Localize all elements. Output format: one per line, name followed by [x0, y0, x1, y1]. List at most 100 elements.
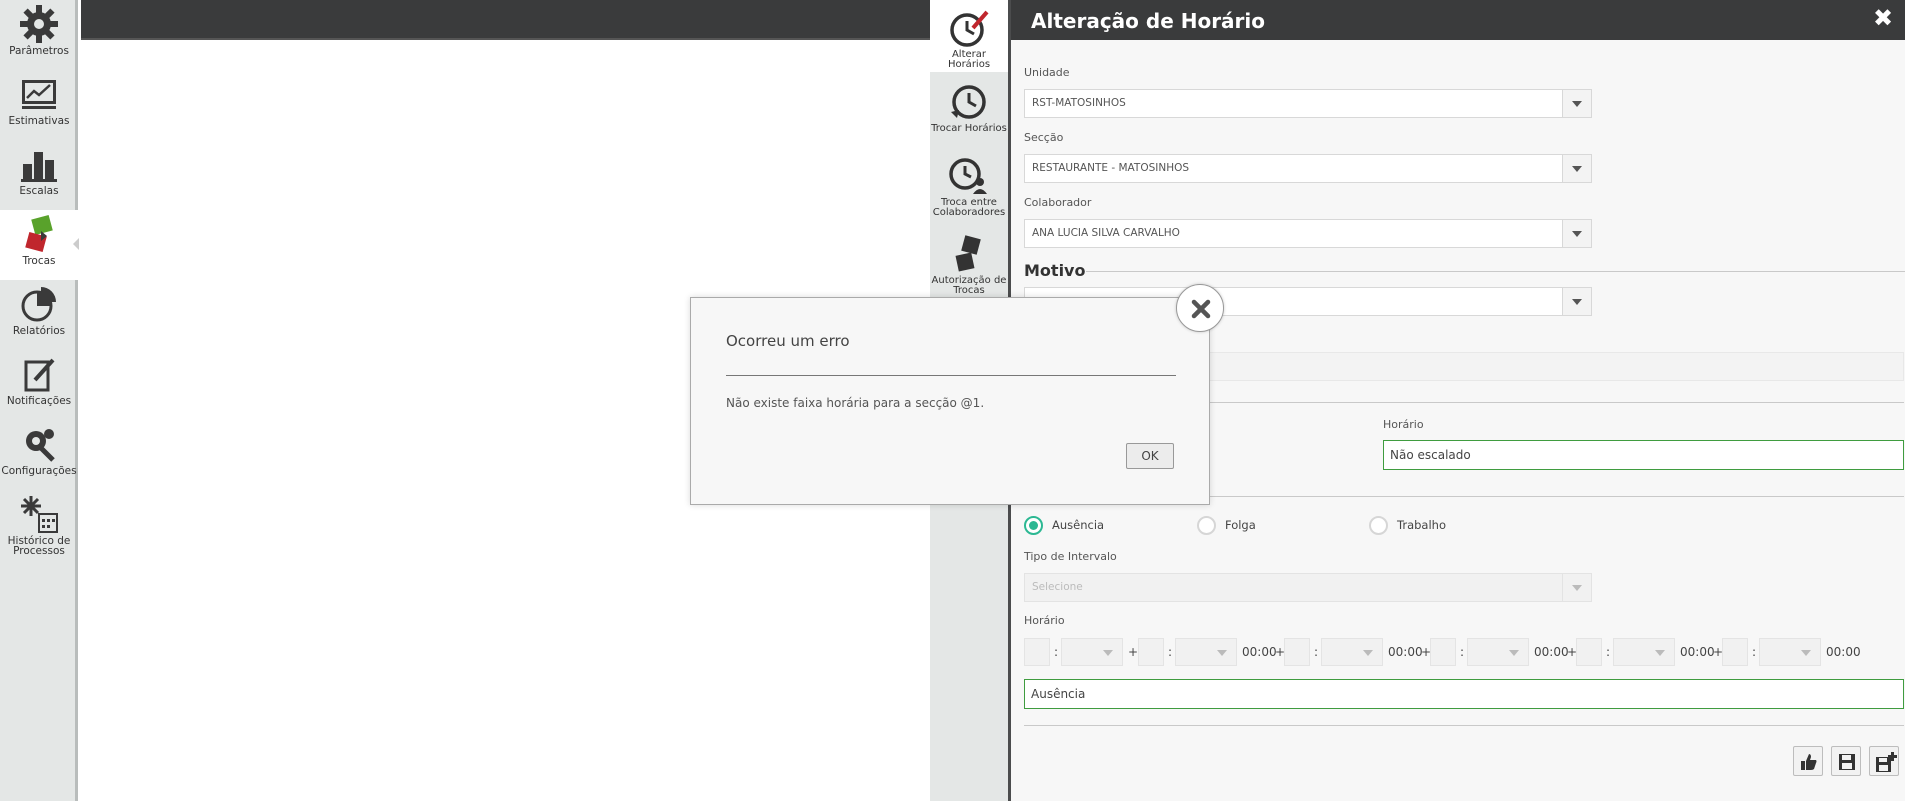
divider: [1086, 271, 1905, 272]
divider: [1024, 725, 1904, 726]
save-button[interactable]: [1831, 746, 1861, 776]
tab-troca-entre-colaboradores[interactable]: Troca entre Colaboradores: [930, 148, 1008, 228]
clock-edit-icon: [950, 10, 989, 47]
colaborador-value: ANA LUCIA SILVA CARVALHO: [1032, 227, 1180, 239]
ok-button[interactable]: OK: [1126, 443, 1174, 469]
radio-trabalho-label: Trabalho: [1397, 518, 1446, 532]
horario2-label: Horário: [1024, 614, 1065, 627]
sidebar-item-label: Relatórios: [12, 325, 66, 337]
error-dialog-title: Ocorreu um erro: [726, 332, 850, 350]
clock-users-icon: [949, 158, 987, 194]
hour-input[interactable]: [1138, 638, 1164, 666]
chevron-down-icon[interactable]: [1562, 155, 1591, 182]
swap-cards-icon: [25, 214, 53, 253]
panel-title: Alteração de Horário: [1031, 9, 1266, 33]
tipo-intervalo-placeholder: Selecione: [1032, 581, 1083, 593]
radio-folga-label: Folga: [1225, 518, 1256, 532]
error-dialog: Ocorreu um erro Não existe faixa horária…: [690, 297, 1210, 505]
close-icon: [1191, 299, 1211, 319]
hour-input[interactable]: [1024, 638, 1050, 666]
tab-label: Trocar Horários: [931, 123, 1007, 134]
sidebar-item-label-line2: Processos: [13, 545, 65, 557]
minute-select[interactable]: [1321, 638, 1383, 666]
time-colon: :: [1752, 645, 1757, 659]
chevron-down-icon[interactable]: [1562, 574, 1591, 601]
seccao-label: Secção: [1024, 131, 1064, 144]
panel-header: Alteração de Horário ✖: [1011, 0, 1905, 40]
time-total: 00:00: [1680, 645, 1715, 659]
tab-alterar-horarios[interactable]: Alterar Horários: [930, 0, 1008, 72]
minute-select[interactable]: [1759, 638, 1821, 666]
time-colon: :: [1314, 645, 1319, 659]
tab-label-line2: Colaboradores: [932, 207, 1006, 218]
seccao-select[interactable]: RESTAURANTE - MATOSINHOS: [1024, 154, 1592, 183]
save-and-new-button[interactable]: [1869, 746, 1899, 776]
minute-select[interactable]: [1613, 638, 1675, 666]
hour-input[interactable]: [1722, 638, 1748, 666]
sidebar-item-label: Estimativas: [8, 115, 70, 127]
time-colon: :: [1460, 645, 1465, 659]
bar-chart-icon: [21, 152, 57, 182]
unidade-label: Unidade: [1024, 66, 1070, 79]
top-bar: [81, 0, 931, 40]
sidebar-item-escalas[interactable]: Escalas: [0, 140, 78, 210]
time-plus: +: [1128, 645, 1139, 659]
gear-icon: [20, 5, 58, 43]
time-colon: :: [1606, 645, 1611, 659]
ausencia-field[interactable]: Ausência: [1024, 679, 1904, 709]
tab-label-line2: Trocas: [953, 285, 985, 296]
time-total: 00:00: [1534, 645, 1569, 659]
sidebar-item-notificacoes[interactable]: Notificações: [0, 350, 78, 420]
tipo-intervalo-select[interactable]: Selecione: [1024, 573, 1592, 602]
minute-select[interactable]: [1467, 638, 1529, 666]
sidebar-item-historico[interactable]: Histórico de Processos: [0, 490, 78, 570]
floppy-disk-icon: [1839, 754, 1855, 770]
colaborador-label: Colaborador: [1024, 196, 1092, 209]
chevron-down-icon[interactable]: [1562, 90, 1591, 117]
sidebar-item-relatorios[interactable]: Relatórios: [0, 280, 78, 350]
radio-ausencia-label: Ausência: [1052, 518, 1105, 532]
approve-button[interactable]: [1793, 746, 1823, 776]
error-dialog-message: Não existe faixa horária para a secção @…: [726, 396, 985, 410]
radio-unchecked-icon: [1197, 516, 1216, 535]
thumbs-up-icon: [1801, 754, 1817, 770]
sidebar-item-parametros[interactable]: Parâmetros: [0, 0, 78, 70]
sidebar-item-label: Trocas: [22, 255, 56, 267]
dialog-close-button[interactable]: [1176, 284, 1224, 332]
minute-select[interactable]: [1175, 638, 1237, 666]
chevron-down-icon[interactable]: [1562, 288, 1591, 315]
floppy-disk-plus-icon: [1876, 752, 1897, 772]
clock-swap-icon: [951, 85, 986, 119]
tab-label: Alterar Horários: [947, 49, 991, 70]
hour-input[interactable]: [1284, 638, 1310, 666]
time-colon: :: [1168, 645, 1173, 659]
unidade-value: RST-MATOSINHOS: [1032, 97, 1126, 109]
horario-label: Horário: [1383, 418, 1424, 431]
sidebar-item-configuracoes[interactable]: Configurações: [0, 420, 78, 490]
sidebar-item-label: Configurações: [1, 465, 77, 477]
tab-autorizacao-de-trocas[interactable]: Autorização de Trocas: [930, 226, 1008, 302]
time-colon: :: [1054, 645, 1059, 659]
minute-select[interactable]: [1061, 638, 1123, 666]
calendar-history-icon: [21, 496, 58, 533]
chart-board-icon: [22, 80, 56, 109]
main-sidebar: Parâmetros Estimativas Escalas Trocas Re…: [0, 0, 79, 801]
seccao-value: RESTAURANTE - MATOSINHOS: [1032, 162, 1190, 174]
hour-input[interactable]: [1430, 638, 1456, 666]
time-total: 00:00: [1826, 645, 1861, 659]
time-total: 00:00: [1242, 645, 1277, 659]
horario-current-field[interactable]: Não escalado: [1383, 440, 1904, 470]
chevron-down-icon[interactable]: [1562, 220, 1591, 247]
sidebar-item-estimativas[interactable]: Estimativas: [0, 70, 78, 140]
unidade-select[interactable]: RST-MATOSINHOS: [1024, 89, 1592, 118]
tab-trocar-horarios[interactable]: Trocar Horários: [930, 74, 1008, 146]
sidebar-item-label: Parâmetros: [9, 45, 69, 57]
radio-unchecked-icon: [1369, 516, 1388, 535]
note-pen-icon: [24, 358, 55, 392]
colaborador-select[interactable]: ANA LUCIA SILVA CARVALHO: [1024, 219, 1592, 248]
close-icon[interactable]: ✖: [1871, 6, 1895, 30]
hour-input[interactable]: [1576, 638, 1602, 666]
sidebar-item-trocas[interactable]: Trocas: [0, 210, 78, 280]
sidebar-item-label: Notificações: [6, 395, 72, 407]
sidebar-item-label: Escalas: [19, 185, 59, 197]
